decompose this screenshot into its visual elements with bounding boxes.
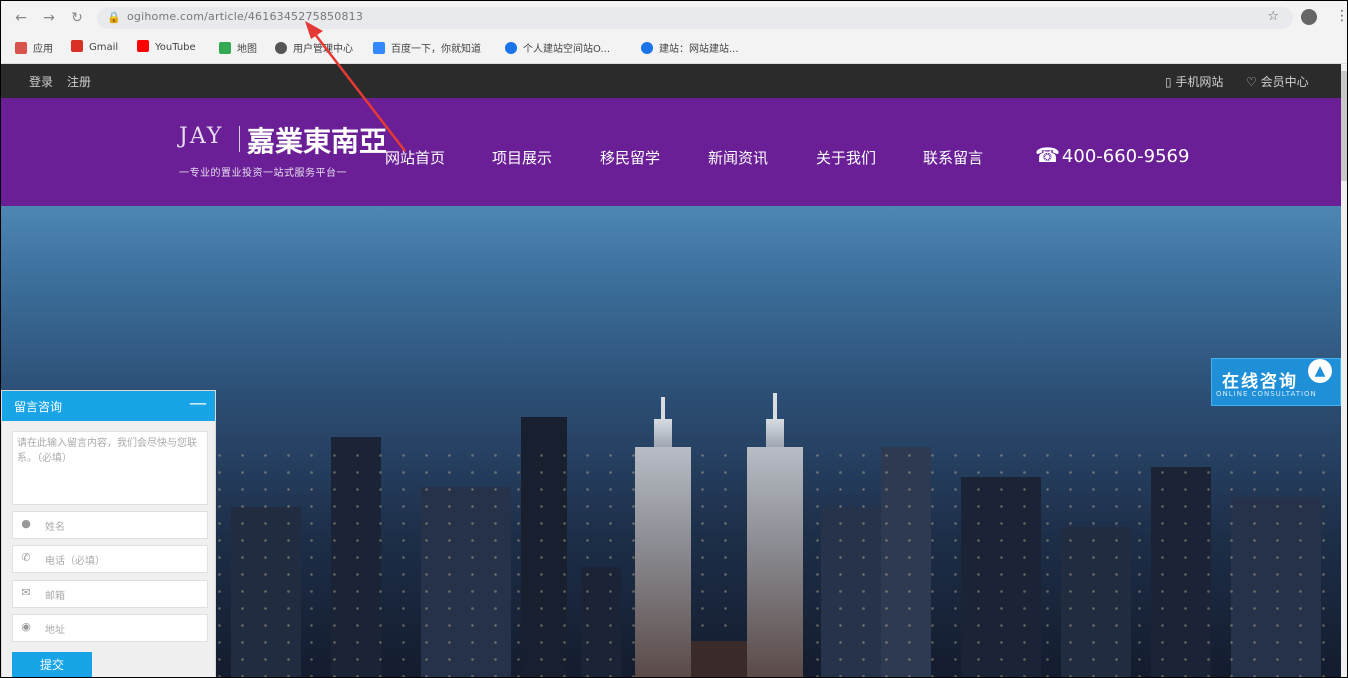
- tower-skybridge: [691, 641, 747, 677]
- logo-english: JAY: [179, 124, 224, 149]
- bookmarks-bar: 应用 Gmail YouTube 地图 用户管理中心 百度一下，你就知道 个人建…: [1, 35, 1347, 61]
- logo-chinese: 嘉業東南亞: [247, 125, 388, 158]
- bookmark-item[interactable]: 个人建站空间站O...: [505, 40, 610, 55]
- nav-immigration[interactable]: 移民留学: [600, 147, 660, 168]
- forward-icon[interactable]: →: [39, 8, 59, 28]
- message-textarea[interactable]: 请在此输入留言内容，我们会尽快与您联系。（必填）: [12, 431, 208, 505]
- phone-icon: ☎: [1035, 143, 1060, 167]
- tower-right-top: [766, 419, 784, 447]
- address-placeholder: 地址: [45, 625, 65, 636]
- browser-toolbar: ← → ↻ 🔒 ogihome.com/article/461634527585…: [1, 1, 1347, 35]
- bookmark-label: 个人建站空间站O...: [523, 44, 611, 55]
- mobile-site-link[interactable]: ▯ 手机网站: [1165, 73, 1223, 90]
- phone-input[interactable]: ✆ 电话（必填）: [12, 545, 208, 573]
- tower-right: [747, 447, 803, 677]
- bookmark-label: 建站：网站建站...: [659, 44, 739, 55]
- nav-about[interactable]: 关于我们: [816, 147, 876, 168]
- youtube-icon: [137, 40, 149, 52]
- register-link[interactable]: 注册: [67, 73, 91, 90]
- minimize-icon[interactable]: —: [189, 393, 207, 415]
- bookmark-label: Gmail: [89, 42, 119, 53]
- globe-icon: [275, 42, 287, 54]
- tower-left-spire: [661, 397, 665, 419]
- tower-left-top: [654, 419, 672, 447]
- bookmark-item[interactable]: 百度一下，你就知道: [373, 40, 481, 55]
- email-placeholder: 邮箱: [45, 591, 65, 602]
- site-icon: [641, 42, 653, 54]
- screenshot-frame: ← → ↻ 🔒 ogihome.com/article/461634527585…: [0, 0, 1348, 678]
- menu-icon[interactable]: ⋮: [1335, 8, 1347, 24]
- bookmark-item[interactable]: 用户管理中心: [275, 40, 353, 55]
- phone-number: ☎ 400-660-9569: [1035, 143, 1189, 167]
- site-icon: [505, 42, 517, 54]
- star-icon[interactable]: ☆: [1267, 9, 1279, 24]
- maps-icon: [219, 42, 231, 54]
- address-input[interactable]: ◉ 地址: [12, 614, 208, 642]
- nav-contact[interactable]: 联系留言: [923, 147, 983, 168]
- nav-news[interactable]: 新闻资讯: [708, 147, 768, 168]
- reload-icon[interactable]: ↻: [67, 8, 87, 28]
- phone-text: 400-660-9569: [1061, 146, 1190, 167]
- phone-field-icon: ✆: [21, 551, 31, 564]
- member-center-link[interactable]: ♡ 会员中心: [1246, 73, 1309, 90]
- consult-panel-title: 留言咨询: [14, 400, 63, 414]
- nav-projects[interactable]: 项目展示: [492, 147, 552, 168]
- bookmark-item[interactable]: YouTube: [137, 40, 196, 53]
- bookmark-label: 地图: [237, 44, 257, 55]
- nav-home[interactable]: 网站首页: [385, 147, 445, 168]
- online-consult-subtitle: ONLINE CONSULTATION: [1216, 390, 1317, 398]
- name-input[interactable]: ● 姓名: [12, 511, 208, 539]
- baidu-icon: [373, 42, 385, 54]
- address-bar[interactable]: 🔒 ogihome.com/article/4616345275850813 ☆: [97, 7, 1293, 29]
- bookmark-label: 应用: [33, 44, 53, 55]
- mobile-icon: ▯: [1165, 75, 1176, 89]
- online-consult-button[interactable]: 在线咨询 ONLINE CONSULTATION ▲: [1211, 358, 1341, 406]
- mail-icon: ✉: [21, 586, 31, 599]
- bookmark-label: 用户管理中心: [293, 44, 353, 55]
- site-header: JAY 嘉業東南亞 一专业的置业投资一站式服务平台一 网站首页 项目展示 移民留…: [1, 98, 1341, 206]
- page-scrollbar-thumb[interactable]: [1341, 71, 1347, 181]
- url-text: ogihome.com/article/4616345275850813: [127, 10, 364, 23]
- bookmark-item[interactable]: Gmail: [71, 40, 118, 53]
- online-consult-title: 在线咨询: [1222, 372, 1298, 392]
- logo-tagline: 一专业的置业投资一站式服务平台一: [179, 168, 347, 179]
- apps-icon: [15, 42, 27, 54]
- phone-placeholder: 电话（必填）: [45, 556, 105, 567]
- consult-panel-header: 留言咨询 —: [2, 391, 215, 421]
- login-link[interactable]: 登录: [29, 73, 53, 90]
- site-topbar: 登录 注册 ▯ 手机网站 ♡ 会员中心: [1, 64, 1341, 98]
- name-placeholder: 姓名: [45, 522, 65, 533]
- user-icon: ●: [21, 517, 31, 530]
- member-icon: ♡: [1246, 75, 1261, 89]
- gmail-icon: [71, 40, 83, 52]
- chat-bubble-icon: ▲: [1308, 359, 1332, 383]
- bookmark-item[interactable]: 建站：网站建站...: [641, 40, 739, 55]
- message-placeholder: 请在此输入留言内容，我们会尽快与您联系。（必填）: [17, 438, 197, 464]
- email-input[interactable]: ✉ 邮箱: [12, 580, 208, 608]
- location-icon: ◉: [21, 620, 31, 633]
- profile-avatar-icon[interactable]: [1301, 9, 1317, 25]
- logo-divider: [239, 126, 240, 152]
- back-icon[interactable]: ←: [11, 8, 31, 28]
- browser-chrome: ← → ↻ 🔒 ogihome.com/article/461634527585…: [1, 1, 1347, 64]
- submit-button[interactable]: 提交: [12, 652, 92, 677]
- bookmark-label: YouTube: [155, 42, 196, 53]
- bookmark-item[interactable]: 地图: [219, 40, 257, 55]
- tower-right-spire: [773, 393, 777, 419]
- member-center-label: 会员中心: [1260, 75, 1309, 89]
- lock-icon: 🔒: [107, 11, 121, 24]
- mobile-site-label: 手机网站: [1175, 75, 1224, 89]
- message-consult-panel: 留言咨询 — 请在此输入留言内容，我们会尽快与您联系。（必填） ● 姓名 ✆ 电…: [1, 390, 216, 677]
- bookmark-item[interactable]: 应用: [15, 40, 53, 55]
- bookmark-label: 百度一下，你就知道: [391, 44, 481, 55]
- tower-left: [635, 447, 691, 677]
